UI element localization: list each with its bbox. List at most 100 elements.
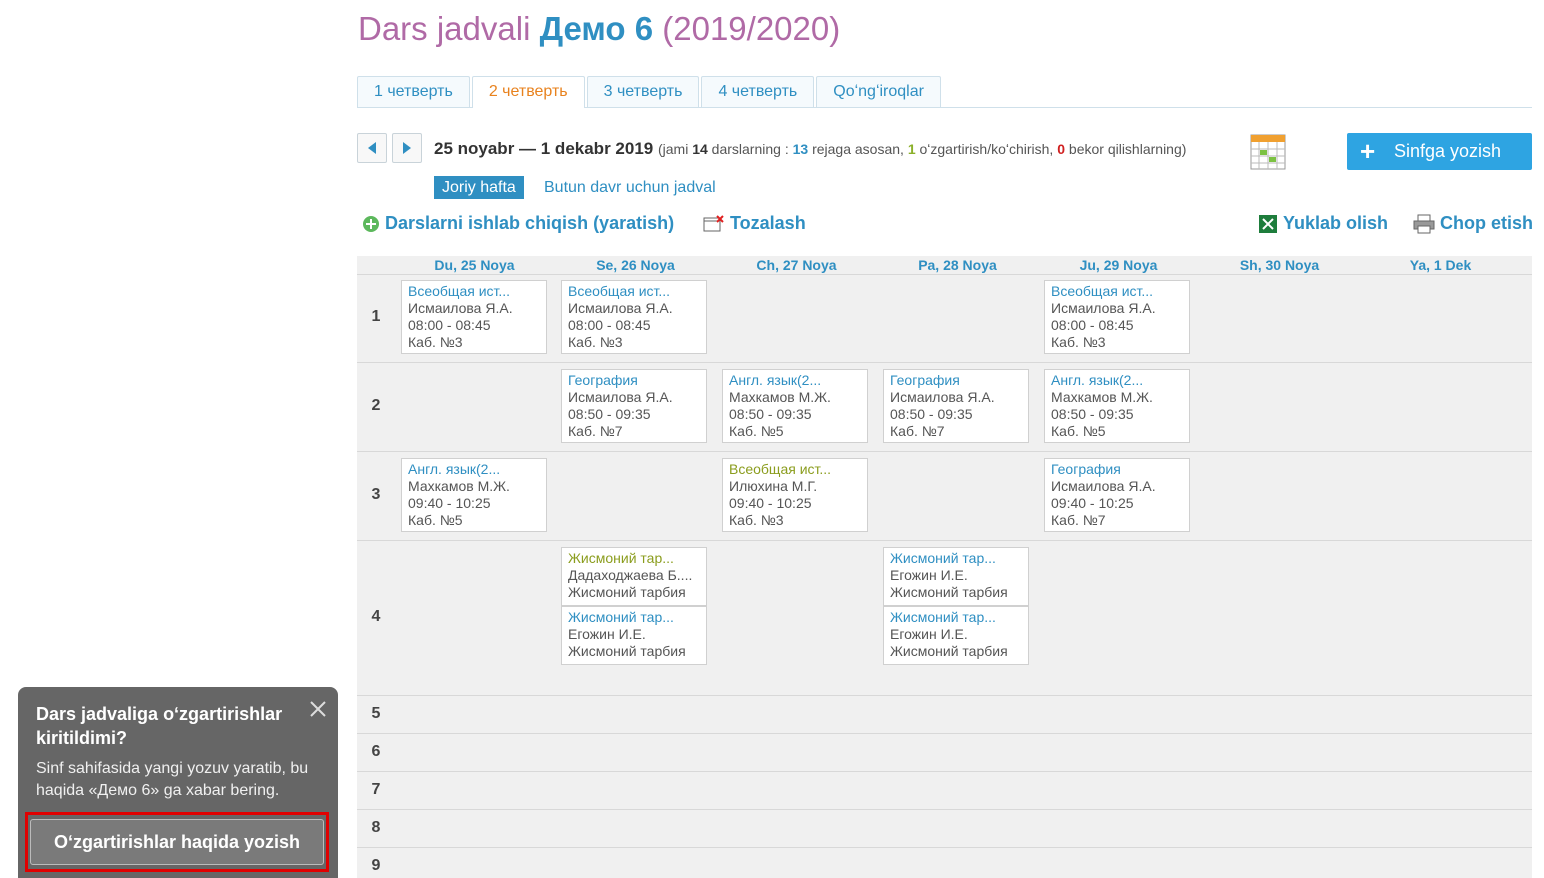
lesson-room: Каб. №7: [890, 423, 945, 439]
lesson-card[interactable]: Англ. язык(2... Махкамов М.Ж. 09:40 - 10…: [401, 458, 547, 532]
lesson-card[interactable]: География Исмаилова Я.А. 09:40 - 10:25 К…: [1044, 458, 1190, 532]
period-number: 5: [371, 705, 381, 722]
period-number: 6: [371, 743, 381, 760]
lesson-time: 09:40 - 10:25: [729, 495, 812, 511]
lesson-card[interactable]: Жисмоний тар... Егожин И.Е. Жисмоний тар…: [883, 606, 1029, 665]
lesson-subject[interactable]: География: [890, 372, 1022, 389]
lesson-subject[interactable]: Англ. язык(2...: [729, 372, 861, 389]
tab-quarter-1[interactable]: 1 четверть: [357, 76, 470, 107]
download-link[interactable]: Yuklab olish: [1258, 211, 1388, 235]
period-number: 2: [371, 397, 381, 414]
write-about-changes-button[interactable]: Oʻzgartirishlar haqida yozish: [30, 819, 324, 865]
lesson-card[interactable]: Жисмоний тар... Егожин И.Е. Жисмоний тар…: [561, 606, 707, 665]
popup-text: Sinf sahifasida yangi yozuv yaratib, bu …: [36, 760, 309, 799]
popup-title: Dars jadvaliga oʻzgartirishlar kiritildi…: [36, 704, 283, 748]
lesson-room: Каб. №5: [408, 512, 463, 528]
lesson-room: Каб. №5: [729, 423, 784, 439]
lesson-subject[interactable]: Жисмоний тар...: [890, 609, 1022, 626]
lesson-card[interactable]: Жисмоний тар... Дадаходжаева Б.... Жисмо…: [561, 547, 707, 606]
quarter-tabs: 1 четверть 2 четверть 3 четверть 4 четве…: [357, 76, 1532, 108]
printer-icon: [1413, 214, 1435, 234]
lesson-time: 08:00 - 08:45: [1051, 317, 1134, 333]
lesson-subject[interactable]: География: [568, 372, 700, 389]
tab-quarter-3[interactable]: 3 четверть: [586, 76, 700, 107]
lesson-teacher: Илюхина М.Г.: [729, 478, 818, 494]
close-icon[interactable]: [308, 699, 328, 719]
lesson-teacher: Исмаилова Я.А.: [890, 389, 995, 405]
lesson-teacher: Егожин И.Е.: [890, 626, 968, 642]
class-name[interactable]: Демо 6: [540, 10, 654, 47]
week-range: 25 noyabr — 1 dekabr 2019: [434, 139, 654, 158]
lesson-subject[interactable]: Жисмоний тар...: [890, 550, 1022, 567]
lesson-subject[interactable]: Англ. язык(2...: [408, 461, 540, 478]
summary-total: 14: [692, 141, 708, 157]
lesson-room: Жисмоний тарбия: [568, 584, 686, 600]
actions-bar: Darslarni ishlab chiqish (yaratish) Toza…: [357, 211, 1533, 237]
period-number: 3: [371, 486, 381, 503]
lesson-card[interactable]: География Исмаилова Я.А. 08:50 - 09:35 К…: [883, 369, 1029, 443]
schedule-grid: Du, 25 Noya Se, 26 Noya Ch, 27 Noya Pa, …: [357, 256, 1532, 878]
period-number: 7: [371, 781, 381, 798]
lesson-card[interactable]: Всеобщая ист... Исмаилова Я.А. 08:00 - 0…: [1044, 280, 1190, 354]
print-label: Chop etish: [1440, 213, 1533, 233]
enroll-button[interactable]: + Sinfga yozish: [1347, 133, 1532, 170]
period-number: 9: [371, 857, 381, 874]
lesson-card[interactable]: Всеобщая ист... Исмаилова Я.А. 08:00 - 0…: [561, 280, 707, 354]
lesson-time: 09:40 - 10:25: [408, 495, 491, 511]
day-header: Du, 25 Noya: [434, 257, 515, 273]
tab-quarter-2[interactable]: 2 четверть: [471, 76, 585, 108]
day-header: Ya, 1 Dek: [1409, 257, 1472, 273]
lesson-card[interactable]: Англ. язык(2... Махкамов М.Ж. 08:50 - 09…: [722, 369, 868, 443]
week-summary: 25 noyabr — 1 dekabr 2019 (jami 14 darsl…: [434, 139, 1186, 159]
lesson-teacher: Исмаилова Я.А.: [568, 300, 673, 316]
generate-lessons-link[interactable]: Darslarni ishlab chiqish (yaratish): [362, 211, 674, 235]
lesson-card[interactable]: Всеобщая ист... Илюхина М.Г. 09:40 - 10:…: [722, 458, 868, 532]
summary-planned-label: rejaga asosan,: [812, 141, 904, 157]
lesson-card[interactable]: Англ. язык(2... Махкамов М.Ж. 08:50 - 09…: [1044, 369, 1190, 443]
lesson-time: 08:50 - 09:35: [1051, 406, 1134, 422]
lesson-teacher: Дадаходжаева Б....: [568, 567, 693, 583]
add-circle-icon: [363, 216, 379, 233]
clear-link[interactable]: Tozalash: [703, 211, 806, 235]
lesson-card[interactable]: Жисмоний тар... Егожин И.Е. Жисмоний тар…: [883, 547, 1029, 606]
lesson-subject[interactable]: Жисмоний тар...: [568, 550, 700, 567]
lesson-subject[interactable]: Всеобщая ист...: [408, 283, 540, 300]
summary-total-prefix: (jami: [657, 141, 689, 157]
summary-cancelled-label: bekor qilishlarning): [1068, 141, 1187, 157]
next-week-icon: [403, 142, 411, 154]
tab-bells[interactable]: Qoʻngʻiroqlar: [816, 76, 941, 107]
lesson-time: 08:00 - 08:45: [408, 317, 491, 333]
change-notice-popup: Dars jadvaliga oʻzgartirishlar kiritildi…: [18, 687, 338, 878]
lesson-room: Жисмоний тарбия: [568, 643, 686, 659]
lesson-subject[interactable]: Всеобщая ист...: [729, 461, 861, 478]
row-divider: [357, 695, 1532, 696]
lesson-subject[interactable]: Всеобщая ист...: [1051, 283, 1183, 300]
lesson-time: 08:50 - 09:35: [890, 406, 973, 422]
lesson-subject[interactable]: География: [1051, 461, 1183, 478]
calendar-icon[interactable]: [1250, 133, 1286, 171]
summary-cancelled: 0: [1057, 141, 1066, 157]
lesson-card[interactable]: География Исмаилова Я.А. 08:50 - 09:35 К…: [561, 369, 707, 443]
lesson-room: Жисмоний тарбия: [890, 584, 1008, 600]
lesson-subject[interactable]: Всеобщая ист...: [568, 283, 700, 300]
tab-quarter-4[interactable]: 4 четверть: [701, 76, 815, 107]
lesson-room: Каб. №3: [408, 334, 463, 350]
lesson-subject[interactable]: Англ. язык(2...: [1051, 372, 1183, 389]
lesson-teacher: Егожин И.Е.: [890, 567, 968, 583]
day-header: Sh, 30 Noya: [1239, 257, 1320, 273]
current-week-button[interactable]: Joriy hafta: [434, 176, 524, 199]
lesson-teacher: Егожин И.Е.: [568, 626, 646, 642]
prev-week-button[interactable]: [357, 133, 387, 163]
enroll-button-label: Sinfga yozish: [1394, 141, 1502, 161]
lesson-card[interactable]: Всеобщая ист... Исмаилова Я.А. 08:00 - 0…: [401, 280, 547, 354]
all-period-link[interactable]: Butun davr uchun jadval: [544, 176, 716, 199]
print-link[interactable]: Chop etish: [1413, 211, 1533, 235]
excel-icon: [1259, 215, 1277, 234]
next-week-button[interactable]: [392, 133, 422, 163]
lesson-time: 08:50 - 09:35: [729, 406, 812, 422]
lesson-room: Каб. №3: [568, 334, 623, 350]
lesson-teacher: Махкамов М.Ж.: [408, 478, 510, 494]
prev-week-icon: [368, 142, 376, 154]
lesson-subject[interactable]: Жисмоний тар...: [568, 609, 700, 626]
lesson-room: Каб. №7: [568, 423, 623, 439]
